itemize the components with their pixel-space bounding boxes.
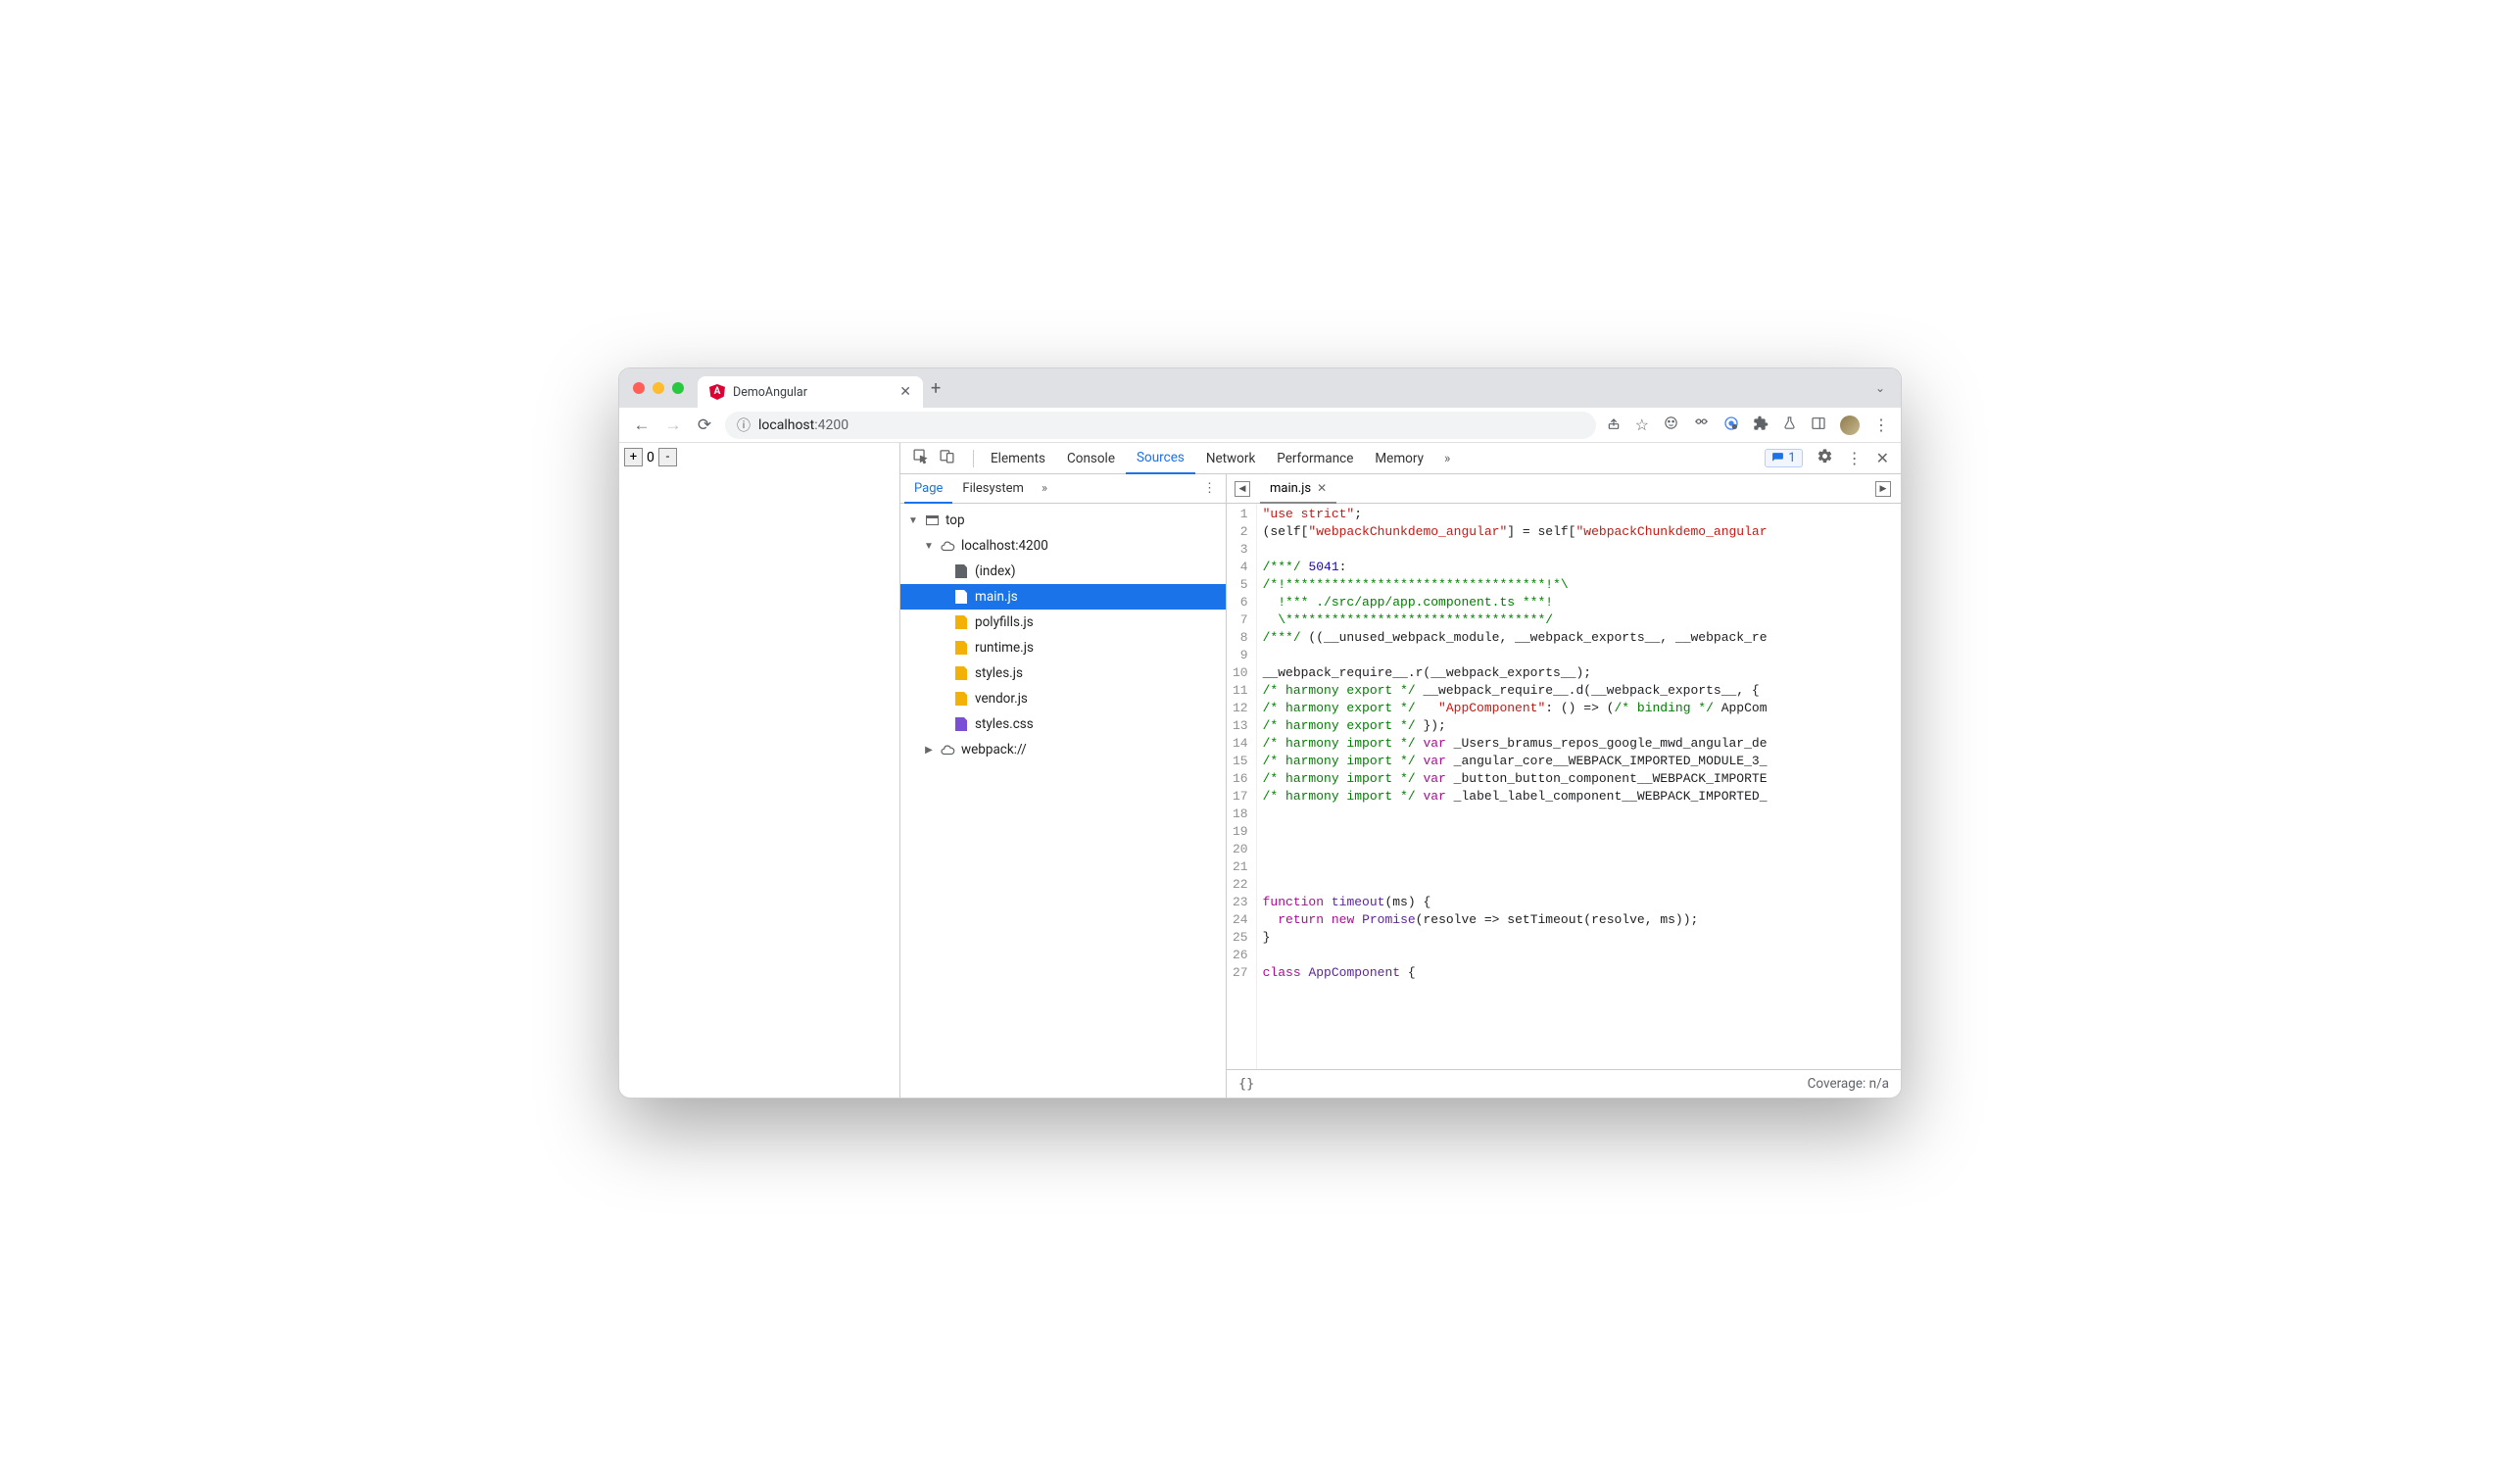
- line-gutter: 1 2 3 4 5 6 7 8 9 10 11 12 13 14 15 16 1…: [1227, 504, 1257, 1069]
- decrement-button[interactable]: -: [658, 448, 677, 466]
- rendered-page: + 0 -: [619, 443, 900, 1098]
- editor-tab-bar: ◀ main.js ✕ ▶: [1227, 474, 1901, 504]
- nav-tab-page[interactable]: Page: [904, 475, 952, 504]
- increment-button[interactable]: +: [624, 448, 643, 466]
- minimize-window-button[interactable]: [653, 382, 664, 394]
- settings-gear-icon[interactable]: [1817, 448, 1833, 468]
- cloud-icon: [940, 742, 955, 757]
- editor-tab-main-js[interactable]: main.js ✕: [1260, 475, 1336, 504]
- share-icon[interactable]: [1606, 415, 1622, 435]
- counter-widget: + 0 -: [624, 448, 895, 466]
- nav-menu-button[interactable]: ⋮: [1203, 481, 1216, 496]
- extension-icon-2[interactable]: [1693, 415, 1710, 435]
- url-host: localhost: [758, 417, 814, 433]
- navigator-tabs: Page Filesystem » ⋮: [900, 474, 1226, 504]
- tab-sources[interactable]: Sources: [1126, 444, 1195, 474]
- collapse-debugger-icon[interactable]: ▶: [1875, 481, 1891, 497]
- file-styles-js[interactable]: styles.js: [900, 660, 1226, 686]
- site-info-icon[interactable]: ⓘ: [737, 415, 751, 435]
- file-tree: ▼top ▼localhost:4200 (index) main.js pol…: [900, 504, 1226, 762]
- close-tab-button[interactable]: ✕: [899, 384, 911, 400]
- file-polyfills-js[interactable]: polyfills.js: [900, 610, 1226, 635]
- address-bar[interactable]: ⓘ localhost:4200: [725, 412, 1596, 439]
- new-tab-button[interactable]: +: [931, 378, 941, 399]
- devtools-menu-button[interactable]: ⋮: [1847, 449, 1863, 467]
- inspect-element-icon[interactable]: [912, 448, 929, 468]
- side-panel-icon[interactable]: [1811, 415, 1826, 435]
- issues-count: 1: [1788, 451, 1795, 465]
- close-file-button[interactable]: ✕: [1317, 481, 1327, 495]
- browser-tab[interactable]: A DemoAngular ✕: [698, 376, 923, 408]
- counter-value: 0: [645, 450, 656, 465]
- content-area: + 0 - Elements Console Sou: [619, 443, 1901, 1098]
- file-main-js[interactable]: main.js: [900, 584, 1226, 610]
- code-area[interactable]: 1 2 3 4 5 6 7 8 9 10 11 12 13 14 15 16 1…: [1227, 504, 1901, 1069]
- tree-top[interactable]: ▼top: [900, 508, 1226, 533]
- js-file-icon: [955, 666, 967, 680]
- sources-navigator: Page Filesystem » ⋮ ▼top ▼localhost:4200…: [900, 474, 1227, 1098]
- file-index[interactable]: (index): [900, 559, 1226, 584]
- toolbar-actions: ☆ ⋮: [1606, 415, 1889, 435]
- reload-button[interactable]: ⟳: [694, 415, 715, 435]
- cloud-icon: [940, 538, 955, 554]
- tab-strip: A DemoAngular ✕ + ⌄: [619, 368, 1901, 408]
- nav-tab-filesystem[interactable]: Filesystem: [952, 474, 1034, 503]
- source-editor: ◀ main.js ✕ ▶ 1 2 3 4 5 6 7 8 9 10 11 12…: [1227, 474, 1901, 1098]
- back-button[interactable]: ←: [631, 415, 653, 435]
- tab-console[interactable]: Console: [1056, 443, 1126, 473]
- js-file-icon: [955, 590, 967, 604]
- bookmark-star-icon[interactable]: ☆: [1635, 415, 1649, 434]
- file-vendor-js[interactable]: vendor.js: [900, 686, 1226, 711]
- browser-window: A DemoAngular ✕ + ⌄ ← → ⟳ ⓘ localhost:42…: [618, 367, 1902, 1099]
- tab-performance[interactable]: Performance: [1266, 443, 1364, 473]
- pretty-print-button[interactable]: {}: [1238, 1076, 1254, 1092]
- editor-footer: {} Coverage: n/a: [1227, 1069, 1901, 1098]
- close-window-button[interactable]: [633, 382, 645, 394]
- code-lines: "use strict"; (self["webpackChunkdemo_an…: [1257, 504, 1768, 1069]
- file-runtime-js[interactable]: runtime.js: [900, 635, 1226, 660]
- angular-favicon: A: [709, 384, 725, 400]
- extension-icon[interactable]: [1663, 415, 1679, 435]
- collapse-navigator-icon[interactable]: ◀: [1235, 481, 1250, 497]
- tab-search-button[interactable]: ⌄: [1875, 381, 1885, 395]
- devtools-tab-bar: Elements Console Sources Network Perform…: [900, 443, 1901, 474]
- tree-origin[interactable]: ▼localhost:4200: [900, 533, 1226, 559]
- extensions-puzzle-icon[interactable]: [1753, 415, 1769, 435]
- frame-icon: [926, 515, 939, 525]
- labs-flask-icon[interactable]: [1782, 415, 1797, 434]
- profile-avatar[interactable]: [1840, 415, 1860, 435]
- browser-toolbar: ← → ⟳ ⓘ localhost:4200 ☆: [619, 408, 1901, 443]
- window-controls: [633, 382, 684, 394]
- css-file-icon: [955, 717, 967, 731]
- url-port: :4200: [814, 417, 848, 433]
- file-styles-css[interactable]: styles.css: [900, 711, 1226, 737]
- close-devtools-button[interactable]: ✕: [1876, 449, 1889, 467]
- document-icon: [955, 564, 967, 578]
- js-file-icon: [955, 641, 967, 655]
- forward-button[interactable]: →: [662, 415, 684, 435]
- maximize-window-button[interactable]: [672, 382, 684, 394]
- devtools: Elements Console Sources Network Perform…: [900, 443, 1901, 1098]
- tab-network[interactable]: Network: [1195, 443, 1266, 473]
- js-file-icon: [955, 692, 967, 706]
- device-toolbar-icon[interactable]: [939, 448, 955, 468]
- js-file-icon: [955, 615, 967, 629]
- issues-badge[interactable]: 1: [1765, 449, 1802, 467]
- more-tabs-button[interactable]: »: [1434, 451, 1460, 466]
- nav-more-tabs[interactable]: »: [1034, 481, 1055, 496]
- tab-elements[interactable]: Elements: [980, 443, 1056, 473]
- coverage-status: Coverage: n/a: [1808, 1076, 1889, 1092]
- tab-title: DemoAngular: [733, 385, 892, 400]
- browser-menu-button[interactable]: ⋮: [1873, 415, 1889, 434]
- tab-memory[interactable]: Memory: [1364, 443, 1434, 473]
- extension-icon-3[interactable]: [1723, 415, 1739, 435]
- tree-webpack[interactable]: ▶webpack://: [900, 737, 1226, 762]
